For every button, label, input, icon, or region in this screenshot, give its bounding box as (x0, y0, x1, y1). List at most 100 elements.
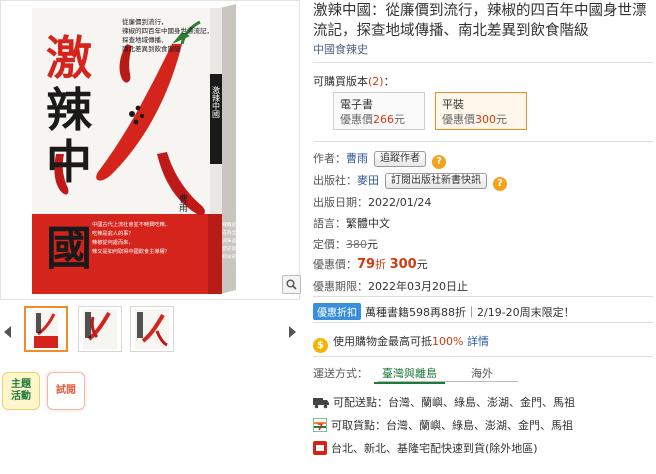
cover-blurb-line: 吃辣是窮人的事？ (92, 229, 134, 237)
language-value: 繁體中文 (346, 217, 390, 230)
cover-blurb-line: 辣椒從何處而來， (92, 238, 134, 246)
cover-blurb-right-line: 飲食史 (222, 253, 237, 260)
help-icon[interactable]: ? (493, 177, 507, 191)
cover-blurb-right-line: 辣椒從引種到 (222, 221, 251, 228)
thumbnail-image (135, 309, 169, 349)
coupon-details-link[interactable]: 詳情 (463, 335, 489, 348)
cover-subtitle-line: 南北差異到飲食階級 (122, 44, 181, 53)
sale-price-label: 優惠價： (313, 258, 357, 271)
tabs-underline (378, 381, 518, 382)
versions-suffix: ： (383, 75, 395, 88)
version-price: 優惠價300元 (442, 112, 520, 127)
cover-title-char-3: 中 (46, 135, 92, 189)
publish-date-row: 出版日期：2022/01/24 (313, 194, 431, 210)
version-name: 電子書 (340, 98, 373, 111)
price-value: 300 (475, 113, 496, 126)
coupon-text: 使用購物金最高可抵 (333, 335, 432, 348)
theme-activity-line: 活動 (11, 391, 31, 402)
price-unit: 元 (394, 113, 405, 126)
cover-subtitle-line: 探查地域傳播、 (122, 35, 168, 44)
cover-subtitle-line: 從廉價到流行， (122, 17, 168, 26)
publish-date-label: 出版日期： (313, 196, 368, 209)
divider (313, 141, 653, 142)
price-label: 優惠價 (340, 113, 373, 126)
home-delivery-row: 台北、新北、基隆宅配快速到貨(除外地區) (313, 440, 538, 456)
cover-title-char-1: 激 (46, 31, 92, 85)
version-name: 平裝 (442, 98, 464, 111)
tab-overseas[interactable]: 海外 (463, 365, 501, 381)
versions-count: (2) (368, 75, 384, 88)
preview-read-button[interactable]: 試閱 (47, 372, 85, 410)
home-delivery-text: 台北、新北、基隆宅配快速到貨(除外地區) (331, 442, 538, 455)
price-unit: 元 (496, 113, 507, 126)
coin-icon: $ (313, 338, 328, 353)
divider (313, 296, 653, 297)
version-ebook[interactable]: 電子書 優惠價266元 (333, 92, 425, 130)
delivery-row: 可配送點：台灣、蘭嶼、綠島、澎湖、金門、馬祖 (313, 394, 575, 410)
language-row: 語言：繁體中文 (313, 215, 390, 231)
versions-heading: 可購買版本(2)： (313, 73, 395, 89)
delivery-text: 可配送點：台灣、蘭嶼、綠島、澎湖、金門、馬祖 (333, 396, 575, 409)
versions-label: 可購買版本 (313, 75, 368, 88)
seven-eleven-icon: 7 (313, 418, 327, 432)
prev-arrow-icon[interactable] (4, 326, 12, 338)
next-arrow-icon[interactable] (288, 326, 296, 338)
pickup-text: 可取貨點：台灣、蘭嶼、綠島、澎湖、金門、馬祖 (331, 419, 573, 432)
thumbnail-2[interactable] (78, 306, 122, 352)
promo-tag: 優惠折扣 (313, 303, 361, 320)
follow-author-button[interactable]: 追蹤作者 (374, 151, 426, 167)
price-label: 優惠價 (442, 113, 475, 126)
list-price-label: 定價： (313, 238, 346, 251)
divider (313, 62, 653, 63)
cover-title-char-2: 辣 (46, 83, 93, 137)
divider (313, 322, 653, 323)
cover-subtitle-line: 辣椒的四百年中國身世漂流記， (122, 26, 213, 35)
thumbnail-3[interactable] (130, 306, 174, 352)
cover-blurb-right-line: 成為全民熱愛的 (222, 229, 256, 236)
expiry-value: 2022年03月20日止 (368, 280, 468, 293)
promo-row[interactable]: 優惠折扣 萬種書籍598再88折｜2/19-20周末限定！ (313, 303, 575, 320)
publisher-link[interactable]: 麥田 (357, 174, 379, 187)
version-price: 優惠價266元 (340, 112, 418, 127)
author-row: 作者：曹雨 追蹤作者? (313, 150, 446, 169)
expiry-label: 優惠期限： (313, 280, 368, 293)
subscribe-publisher-button[interactable]: 訂閱出版社新書快訊 (385, 173, 487, 189)
author-link[interactable]: 曹雨 (346, 152, 368, 165)
list-price-value: 380 (346, 238, 367, 251)
shipping-label: 運送方式： (313, 367, 368, 380)
version-paperback[interactable]: 平裝 優惠價300元 (435, 92, 527, 130)
coupon-percent: 100% (432, 335, 464, 348)
preview-read-label: 試閱 (56, 385, 76, 396)
cover-author: 曹雨 (177, 193, 188, 213)
family-mart-icon (313, 441, 327, 455)
expiry-row: 優惠期限：2022年03月20日止 (313, 278, 468, 294)
sale-price-unit: 元 (416, 258, 428, 271)
thumbnail-1[interactable] (24, 306, 68, 352)
theme-activity-line: 主題 (11, 379, 31, 390)
svg-text:7: 7 (317, 423, 323, 432)
series-label: 中國食辣史 (313, 43, 368, 56)
book-cover-image[interactable]: 激 辣 中 國 從廉價到流行， 辣椒的四百年中國身世漂流記， 探查地域傳播、 南… (32, 4, 262, 294)
list-price-unit: 元 (367, 238, 378, 251)
list-price-row: 定價：380元 (313, 236, 378, 252)
sale-price-value: 300 (389, 257, 417, 272)
magnifier-icon (286, 279, 297, 290)
zoom-button[interactable] (282, 275, 301, 294)
spine-title: 激辣中國 (212, 85, 221, 119)
page-title: 激辣中國：從廉價到流行，辣椒的四百年中國身世漂流記，探查地域傳播、南北差異到飲食… (313, 3, 647, 39)
theme-activity-button[interactable]: 主題 活動 (2, 372, 40, 410)
help-icon[interactable]: ? (432, 155, 446, 169)
publisher-label: 出版社： (313, 174, 357, 187)
discount-unit: 折 (375, 258, 387, 271)
promo-text: 萬種書籍598再88折｜2/19-20周末限定！ (365, 306, 575, 319)
divider (313, 356, 653, 357)
truck-icon (313, 398, 329, 409)
coupon-row: $ 使用購物金最高可抵100% 詳情 (313, 333, 489, 353)
thumbnail-carousel (0, 306, 300, 358)
cover-blurb-line: 中國古代上流社會並不時興吃辣， (92, 220, 170, 228)
publisher-row: 出版社：麥田 訂閱出版社新書快訊? (313, 172, 507, 191)
price-value: 266 (373, 113, 394, 126)
cover-blurb-right-line: 歷史就是中國 (222, 245, 251, 252)
author-label: 作者： (313, 152, 346, 165)
language-label: 語言： (313, 217, 346, 230)
